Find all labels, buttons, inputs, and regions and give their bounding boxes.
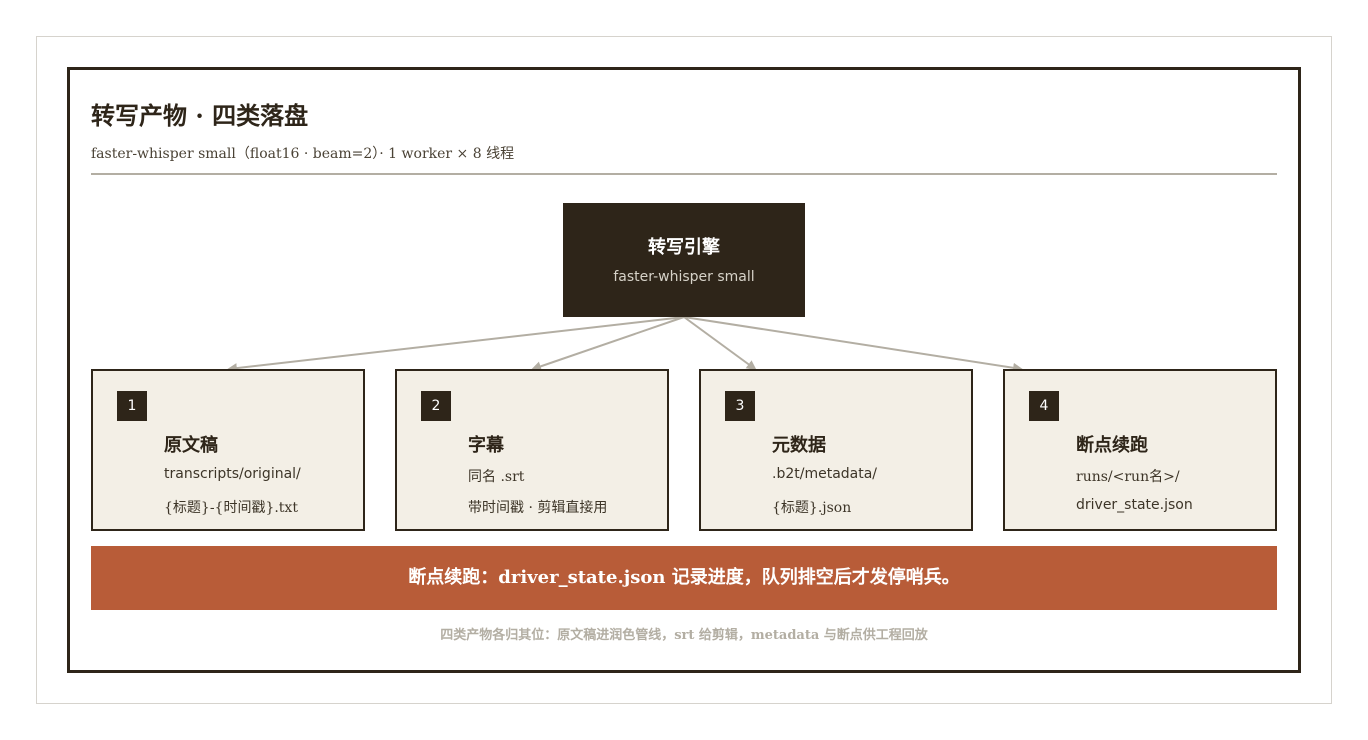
- card-filename: driver_state.json: [1076, 497, 1193, 513]
- engine-node: 转写引擎 faster-whisper small: [563, 203, 805, 317]
- card-filename: {标题}.json: [772, 500, 852, 516]
- card-number: 1: [117, 391, 147, 421]
- card-path: runs/<run名>/: [1076, 469, 1180, 485]
- footer-note: 四类产物各归其位：原文稿进润色管线，srt 给剪辑，metadata 与断点供工…: [440, 628, 928, 643]
- page-title: 转写产物 · 四类落盘: [91, 101, 309, 130]
- title-divider: [91, 173, 1277, 175]
- card-metadata: 3 元数据 .b2t/metadata/ {标题}.json: [699, 369, 973, 531]
- card-subtitle: 2 字幕 同名 .srt 带时间戳 · 剪辑直接用: [395, 369, 669, 531]
- card-resume: 4 断点续跑 runs/<run名>/ driver_state.json: [1003, 369, 1277, 531]
- card-number: 4: [1029, 391, 1059, 421]
- card-number: 3: [725, 391, 755, 421]
- card-title: 断点续跑: [1076, 435, 1148, 456]
- card-path: transcripts/original/: [164, 466, 301, 482]
- card-title: 原文稿: [164, 435, 218, 456]
- card-path: 同名 .srt: [468, 469, 525, 485]
- card-description: 带时间戳 · 剪辑直接用: [468, 500, 608, 516]
- card-title: 字幕: [468, 435, 504, 456]
- card-number: 2: [421, 391, 451, 421]
- card-filename: {标题}-{时间戳}.txt: [164, 500, 298, 516]
- card-path: .b2t/metadata/: [772, 466, 878, 482]
- card-transcript: 1 原文稿 transcripts/original/ {标题}-{时间戳}.t…: [91, 369, 365, 531]
- engine-subtitle: faster-whisper small: [613, 269, 755, 285]
- page-subtitle: faster-whisper small（float16 · beam=2）· …: [91, 146, 515, 162]
- card-title: 元数据: [772, 435, 826, 456]
- resume-banner: 断点续跑：driver_state.json 记录进度，队列排空后才发停哨兵。: [91, 546, 1277, 610]
- engine-title: 转写引擎: [648, 237, 720, 258]
